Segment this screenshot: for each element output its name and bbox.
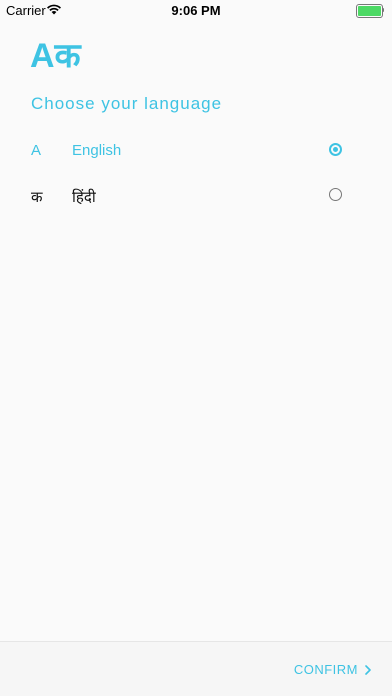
language-option-hindi[interactable]: क हिंदी [0, 176, 392, 216]
battery-fill [358, 6, 381, 16]
confirm-button[interactable]: CONFIRM [294, 662, 372, 677]
language-option-english[interactable]: A English [0, 131, 392, 171]
app-logo: Aक [30, 37, 81, 75]
footer-bar: CONFIRM [0, 641, 392, 696]
status-bar: Carrier 9:06 PM [0, 0, 392, 20]
language-name: हिंदी [72, 189, 96, 206]
radio-unselected-icon[interactable] [329, 188, 342, 201]
radio-selected-icon[interactable] [329, 143, 342, 156]
battery-icon [356, 4, 384, 18]
clock: 9:06 PM [171, 3, 221, 18]
language-glyph: A [31, 142, 42, 159]
language-glyph: क [31, 189, 43, 206]
page-title: Choose your language [31, 94, 223, 113]
language-name: English [72, 142, 122, 159]
confirm-label: CONFIRM [293, 662, 358, 677]
chevron-right-icon [365, 664, 371, 675]
